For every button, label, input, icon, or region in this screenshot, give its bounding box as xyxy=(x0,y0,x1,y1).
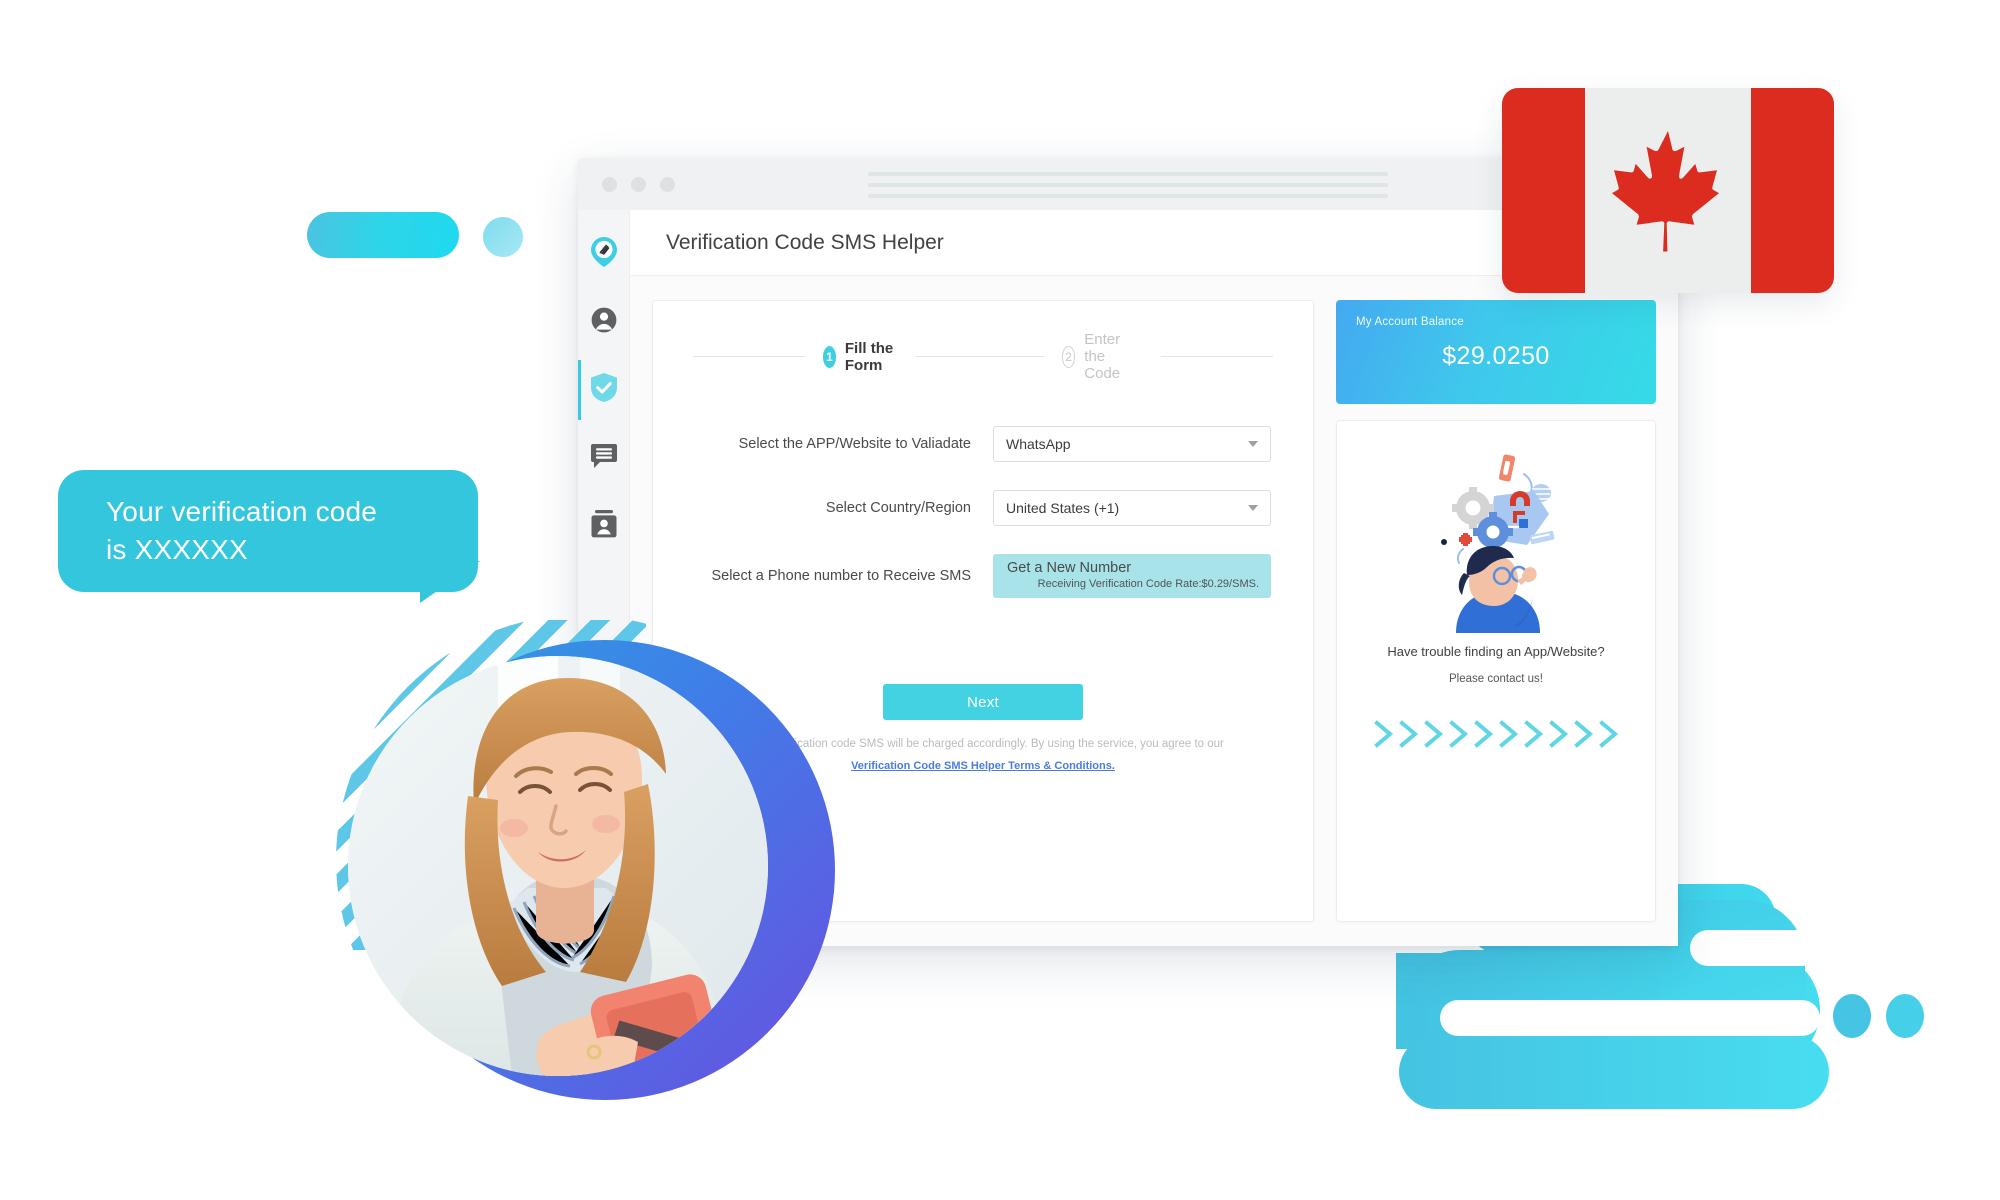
chevron-right-icon xyxy=(1598,720,1618,748)
chevron-down-icon xyxy=(1248,505,1258,511)
sidebar-item-contacts[interactable] xyxy=(578,506,630,546)
page-root: Your verification code is XXXXXX Verific… xyxy=(0,0,2000,1200)
sms-bubble-text: Your verification code is XXXXXX xyxy=(106,493,377,568)
flag-band-middle xyxy=(1585,88,1751,293)
help-subtitle: Please contact us! xyxy=(1449,673,1543,685)
help-card: Have trouble finding an App/Website? Ple… xyxy=(1336,420,1656,922)
decorative-blob-core xyxy=(1396,953,1696,1049)
get-new-number-button[interactable]: Get a New Number Receiving Verification … xyxy=(993,554,1271,598)
country-region-select[interactable]: United States (+1) xyxy=(993,490,1271,526)
shield-check-icon xyxy=(590,373,617,407)
chevron-down-icon xyxy=(1248,441,1258,447)
address-bar-line xyxy=(868,172,1388,176)
form-row-phone: Select a Phone number to Receive SMS Get… xyxy=(693,554,1273,598)
decorative-blob-notch xyxy=(1690,930,1820,966)
address-bar-line xyxy=(868,183,1388,187)
right-rail: My Account Balance $29.0250 Have trouble… xyxy=(1336,300,1656,922)
sms-speech-bubble: Your verification code is XXXXXX xyxy=(58,470,478,592)
close-button[interactable] xyxy=(602,176,617,192)
stepper-rule xyxy=(915,356,1044,357)
person-thinking-lock-illustration xyxy=(1401,441,1591,638)
chevron-right-icon xyxy=(1523,720,1543,748)
phone-number-label: Select a Phone number to Receive SMS xyxy=(711,568,971,584)
stepper-label-1: Fill the Form xyxy=(844,339,894,374)
app-website-label: Select the APP/Website to Valiadate xyxy=(738,436,971,452)
chevron-right-icon xyxy=(1548,720,1568,748)
stepper-rule xyxy=(1161,356,1273,357)
sidebar-item-logo[interactable] xyxy=(578,234,630,274)
phone-number-control: Get a New Number Receiving Verification … xyxy=(993,554,1271,598)
form-row-country: Select Country/Region United States (+1) xyxy=(693,490,1273,526)
chevron-right-icon xyxy=(1473,720,1493,748)
terms-and-conditions-link[interactable]: Verification Code SMS Helper Terms & Con… xyxy=(851,760,1115,772)
account-balance-card: My Account Balance $29.0250 xyxy=(1336,300,1656,404)
decorative-blob-bottom xyxy=(1399,1035,1829,1109)
country-region-control: United States (+1) xyxy=(993,490,1271,526)
maple-leaf-icon xyxy=(1612,130,1719,251)
chevron-right-icon xyxy=(1448,720,1468,748)
sidebar-item-verification[interactable] xyxy=(577,360,630,420)
get-new-number-rate: Receiving Verification Code Rate:$0.29/S… xyxy=(1037,578,1259,590)
sidebar-item-messages[interactable] xyxy=(578,438,630,478)
user-icon xyxy=(591,307,617,338)
decorative-blob-mid xyxy=(1400,950,1820,1070)
get-new-number-title: Get a New Number xyxy=(1007,560,1132,576)
sms-bubble-line-2: is XXXXXX xyxy=(106,534,248,565)
chevron-right-icon xyxy=(1373,720,1393,748)
page-title: Verification Code SMS Helper xyxy=(666,230,944,254)
chevron-row xyxy=(1372,719,1621,749)
stepper-label-2: Enter the Code xyxy=(1084,331,1121,382)
decorative-pill xyxy=(307,212,459,258)
next-button[interactable]: Next xyxy=(883,684,1083,720)
country-region-label: Select Country/Region xyxy=(825,500,971,516)
address-bar[interactable] xyxy=(868,172,1388,205)
sms-bubble-line-1: Your verification code xyxy=(106,496,378,528)
sidebar-item-account[interactable] xyxy=(578,302,630,342)
chevron-right-icon xyxy=(1573,720,1593,748)
stepper-number-2: 2 xyxy=(1061,345,1076,368)
help-title: Have trouble finding an App/Website? xyxy=(1387,644,1605,659)
chevron-right-icon xyxy=(1498,720,1518,748)
photo-composition xyxy=(330,618,850,1108)
chevron-right-icon xyxy=(1398,720,1418,748)
stepper: 1 Fill the Form 2 Enter the Code xyxy=(693,331,1273,382)
account-balance-label: My Account Balance xyxy=(1356,316,1464,328)
decorative-blob-dot-2 xyxy=(1886,994,1924,1038)
stepper-rule xyxy=(693,356,805,357)
contact-card-icon xyxy=(591,509,617,543)
message-icon xyxy=(590,443,617,474)
stepper-step-1[interactable]: 1 Fill the Form xyxy=(805,340,916,374)
app-website-value: WhatsApp xyxy=(1006,436,1071,452)
form-row-app: Select the APP/Website to Valiadate What… xyxy=(693,426,1273,462)
country-region-value: United States (+1) xyxy=(1006,500,1120,516)
stepper-step-2[interactable]: 2 Enter the Code xyxy=(1044,331,1161,382)
stepper-number-1: 1 xyxy=(823,345,836,368)
app-website-control: WhatsApp xyxy=(993,426,1271,462)
window-controls[interactable] xyxy=(602,176,675,192)
decorative-blob-dot-1 xyxy=(1833,994,1871,1038)
decorative-blob-right xyxy=(1660,900,1805,1090)
address-bar-line xyxy=(868,194,1388,198)
canada-flag-icon xyxy=(1502,88,1834,293)
decorative-blob-notch-2 xyxy=(1440,1000,1820,1036)
location-pin-icon xyxy=(590,236,617,272)
flag-band-left xyxy=(1502,88,1585,293)
chevron-right-icon xyxy=(1423,720,1443,748)
user-photo xyxy=(348,656,768,1076)
app-website-select[interactable]: WhatsApp xyxy=(993,426,1271,462)
decorative-dot xyxy=(483,217,523,257)
maximize-button[interactable] xyxy=(660,176,675,192)
flag-band-right xyxy=(1751,88,1834,293)
account-balance-amount: $29.0250 xyxy=(1442,342,1550,370)
minimize-button[interactable] xyxy=(631,176,646,192)
